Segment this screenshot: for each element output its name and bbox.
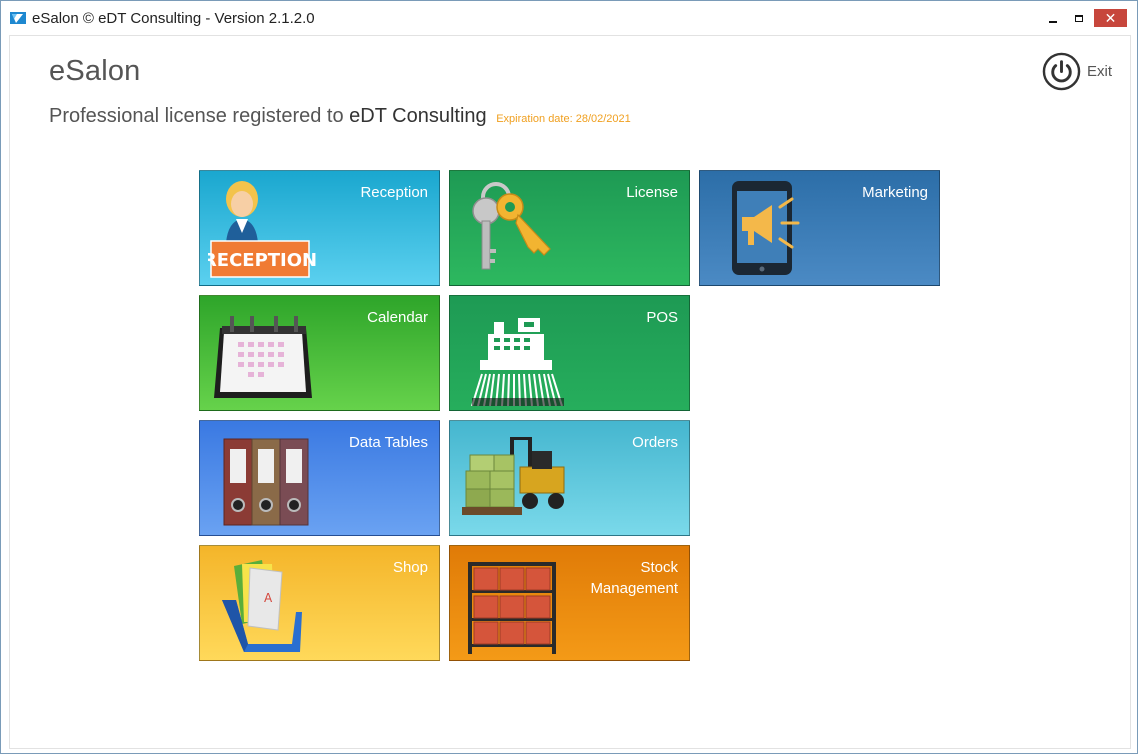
minimize-icon (1049, 21, 1057, 23)
tile-license[interactable]: License (449, 170, 690, 286)
license-prefix: Professional license registered to (49, 105, 344, 127)
receptionist-icon: RECEPTION (208, 181, 317, 278)
storage-rack-icon (468, 562, 556, 654)
tile-marketing[interactable]: Marketing (699, 170, 940, 286)
power-icon (1042, 52, 1081, 91)
tile-label: Stock Management (590, 559, 678, 597)
tile-label: Orders (632, 434, 678, 451)
tile-calendar[interactable]: Calendar (199, 295, 440, 411)
expiration-date: Expiration date: 28/02/2021 (496, 113, 631, 125)
license-info: Professional license registered to eDT C… (49, 105, 631, 128)
minimize-button[interactable] (1042, 9, 1064, 27)
svg-text:A: A (264, 591, 273, 605)
tile-label: License (626, 184, 678, 201)
window-title: eSalon © eDT Consulting - Version 2.1.2.… (32, 10, 315, 27)
file-folders-icon: A (222, 560, 302, 652)
exit-label: Exit (1087, 63, 1113, 80)
maximize-button[interactable] (1068, 9, 1090, 27)
calendar-icon (214, 316, 312, 398)
close-icon: ✕ (1104, 9, 1117, 26)
maximize-icon (1075, 14, 1083, 22)
tile-orders[interactable]: Orders (449, 420, 690, 536)
reception-sign-text: RECEPTION (208, 250, 317, 271)
app-window: eSalon © eDT Consulting - Version 2.1.2.… (0, 0, 1138, 754)
megaphone-phone-icon (732, 181, 800, 275)
title-bar[interactable]: eSalon © eDT Consulting - Version 2.1.2.… (1, 1, 1137, 35)
tile-stock-management[interactable]: Stock Management (449, 545, 690, 661)
tile-datatables[interactable]: Data Tables (199, 420, 440, 536)
tile-label: Reception (360, 184, 428, 201)
tile-pos[interactable]: POS (449, 295, 690, 411)
app-logo-icon (10, 12, 26, 24)
tile-shop[interactable]: A Shop (199, 545, 440, 661)
tile-label: Calendar (367, 309, 428, 326)
keys-icon (472, 182, 551, 270)
tile-reception[interactable]: RECEPTION Reception (199, 170, 440, 286)
tile-label: POS (646, 309, 678, 326)
cash-register-icon (471, 318, 564, 406)
app-name-heading: eSalon (49, 55, 141, 87)
license-owner: eDT Consulting (349, 105, 487, 127)
exit-button[interactable]: Exit (1042, 52, 1112, 91)
binders-icon (223, 438, 309, 526)
tile-label: Data Tables (349, 434, 428, 451)
close-button[interactable]: ✕ (1094, 9, 1127, 27)
forklift-icon (462, 437, 565, 515)
tile-label: Marketing (862, 184, 928, 201)
tile-label: Shop (392, 559, 428, 576)
